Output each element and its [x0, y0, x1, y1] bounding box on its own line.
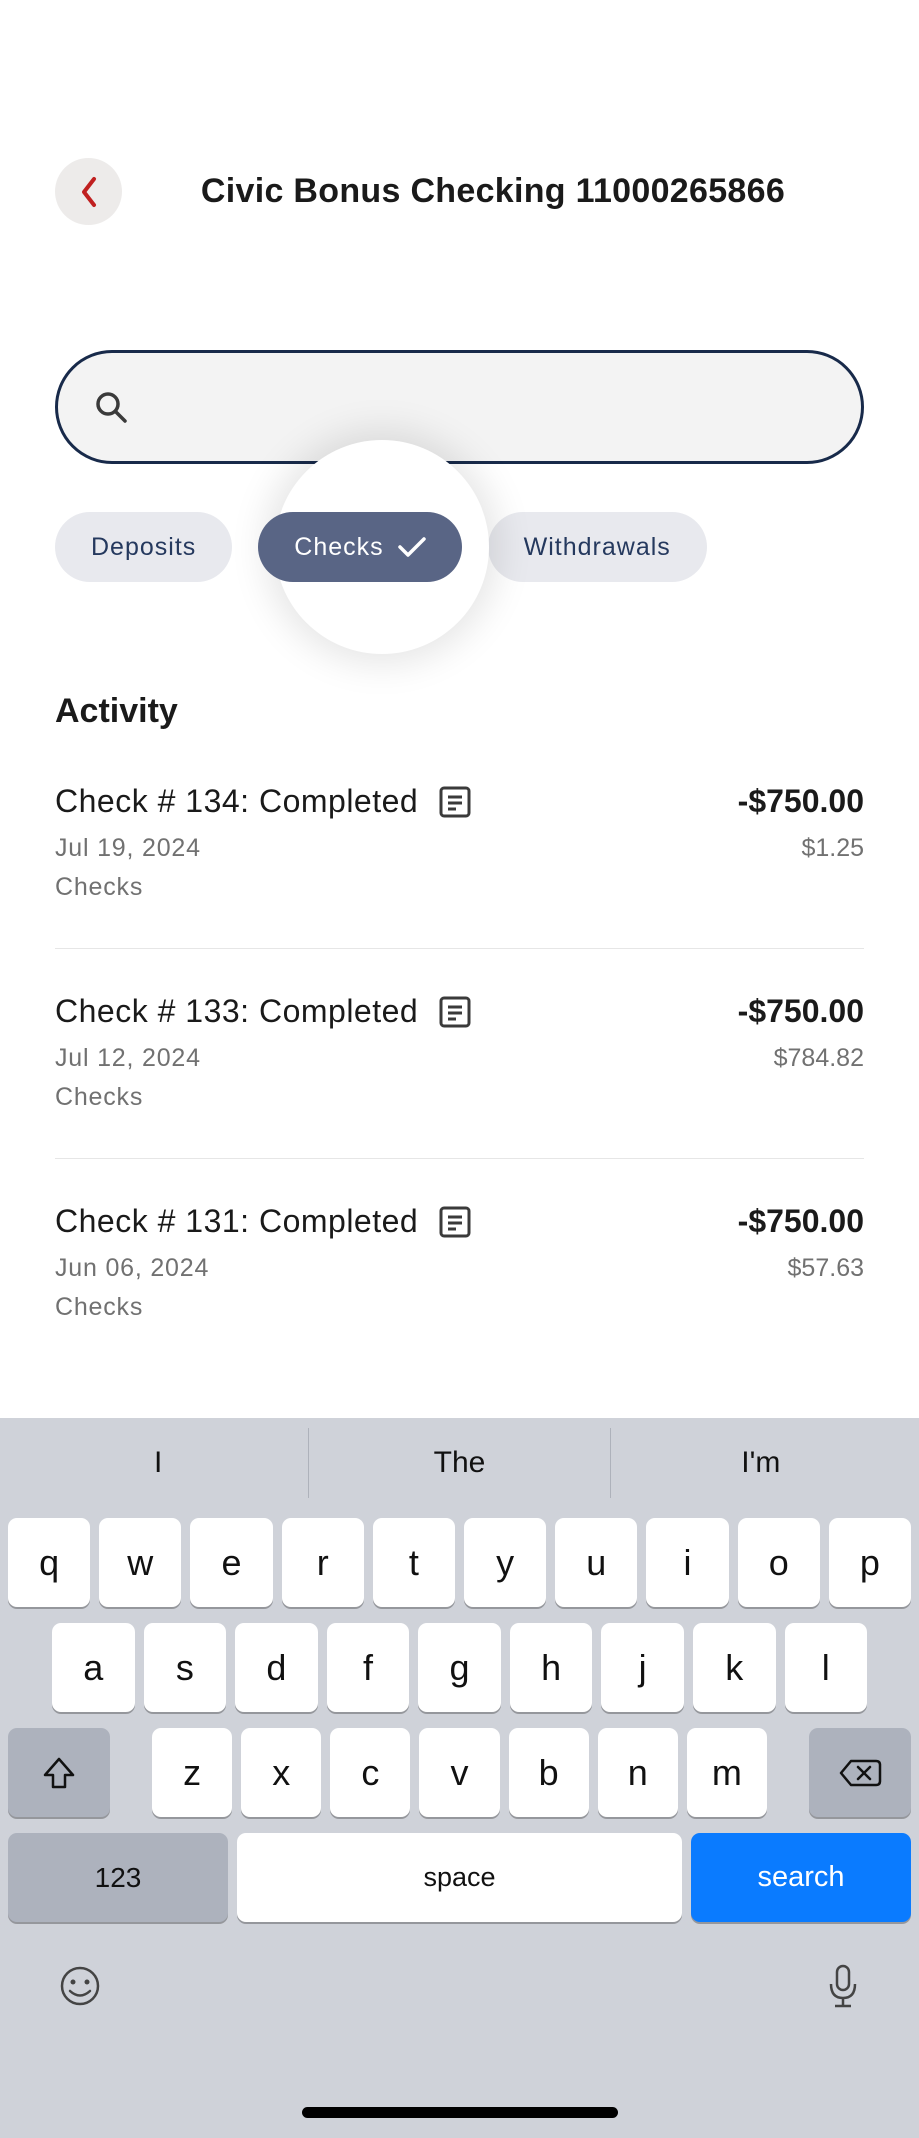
- microphone-icon: [825, 1962, 861, 2010]
- keyboard: I The I'm q w e r t y u i o p a s d f g …: [0, 1418, 919, 2138]
- transaction-title: Check # 134: Completed: [55, 783, 418, 820]
- keyboard-row-3: z x c v b n m: [8, 1728, 911, 1817]
- chip-label: Checks: [294, 533, 383, 562]
- search-input[interactable]: [55, 350, 864, 464]
- transaction-amount: -$750.00: [738, 993, 864, 1030]
- filter-chips: Deposits Checks Withdrawals: [55, 512, 864, 582]
- key-numbers[interactable]: 123: [8, 1833, 228, 1922]
- key-r[interactable]: r: [282, 1518, 364, 1607]
- key-f[interactable]: f: [327, 1623, 410, 1712]
- key-d[interactable]: d: [235, 1623, 318, 1712]
- key-l[interactable]: l: [785, 1623, 868, 1712]
- emoji-icon: [58, 1964, 102, 2008]
- key-i[interactable]: i: [646, 1518, 728, 1607]
- note-icon: [438, 995, 472, 1029]
- key-m[interactable]: m: [687, 1728, 767, 1817]
- transaction-subamount: $57.63: [788, 1254, 864, 1283]
- backspace-icon: [838, 1757, 882, 1789]
- transaction-date: Jun 06, 2024: [55, 1254, 209, 1283]
- transaction-category: Checks: [55, 1083, 864, 1112]
- key-space[interactable]: space: [237, 1833, 682, 1922]
- chip-deposits[interactable]: Deposits: [55, 512, 232, 582]
- suggestion[interactable]: I'm: [611, 1428, 911, 1498]
- chip-withdrawals[interactable]: Withdrawals: [488, 512, 707, 582]
- key-backspace[interactable]: [809, 1728, 911, 1817]
- keyboard-suggestions: I The I'm: [8, 1428, 911, 1498]
- transaction-row[interactable]: Check # 131: Completed -$750.00 Jun 06, …: [55, 1203, 864, 1368]
- note-icon: [438, 1205, 472, 1239]
- transaction-title: Check # 133: Completed: [55, 993, 418, 1030]
- keyboard-row-4: 123 space search: [8, 1833, 911, 1922]
- note-icon: [438, 785, 472, 819]
- back-button[interactable]: [55, 158, 122, 225]
- transaction-amount: -$750.00: [738, 1203, 864, 1240]
- home-indicator[interactable]: [302, 2107, 618, 2118]
- chevron-left-icon: [79, 176, 99, 208]
- transaction-subamount: $1.25: [801, 834, 864, 863]
- key-w[interactable]: w: [99, 1518, 181, 1607]
- key-s[interactable]: s: [144, 1623, 227, 1712]
- transaction-subamount: $784.82: [774, 1044, 864, 1073]
- header: Civic Bonus Checking 11000265866: [55, 158, 864, 225]
- key-p[interactable]: p: [829, 1518, 911, 1607]
- keyboard-row-2: a s d f g h j k l: [8, 1623, 911, 1712]
- suggestion[interactable]: The: [309, 1428, 610, 1498]
- suggestion[interactable]: I: [8, 1428, 309, 1498]
- transaction-amount: -$750.00: [738, 783, 864, 820]
- emoji-button[interactable]: [58, 1964, 102, 2013]
- key-u[interactable]: u: [555, 1518, 637, 1607]
- key-c[interactable]: c: [330, 1728, 410, 1817]
- transaction-title: Check # 131: Completed: [55, 1203, 418, 1240]
- key-v[interactable]: v: [419, 1728, 499, 1817]
- transaction-category: Checks: [55, 873, 864, 902]
- chip-checks[interactable]: Checks: [258, 512, 461, 582]
- key-j[interactable]: j: [601, 1623, 684, 1712]
- transaction-category: Checks: [55, 1293, 864, 1322]
- key-b[interactable]: b: [509, 1728, 589, 1817]
- transaction-date: Jul 12, 2024: [55, 1044, 201, 1073]
- keyboard-row-1: q w e r t y u i o p: [8, 1518, 911, 1607]
- shift-icon: [41, 1755, 77, 1791]
- key-e[interactable]: e: [190, 1518, 272, 1607]
- keyboard-toolbar: [8, 1940, 911, 2015]
- key-n[interactable]: n: [598, 1728, 678, 1817]
- section-title: Activity: [55, 692, 864, 731]
- key-x[interactable]: x: [241, 1728, 321, 1817]
- transaction-date: Jul 19, 2024: [55, 834, 201, 863]
- key-search[interactable]: search: [691, 1833, 911, 1922]
- transaction-row[interactable]: Check # 134: Completed -$750.00 Jul 19, …: [55, 783, 864, 949]
- transaction-row[interactable]: Check # 133: Completed -$750.00 Jul 12, …: [55, 993, 864, 1159]
- key-o[interactable]: o: [738, 1518, 820, 1607]
- dictation-button[interactable]: [825, 1962, 861, 2015]
- page-title: Civic Bonus Checking 11000265866: [122, 172, 864, 211]
- key-a[interactable]: a: [52, 1623, 135, 1712]
- key-shift[interactable]: [8, 1728, 110, 1817]
- key-h[interactable]: h: [510, 1623, 593, 1712]
- check-icon: [398, 536, 426, 558]
- key-q[interactable]: q: [8, 1518, 90, 1607]
- key-t[interactable]: t: [373, 1518, 455, 1607]
- chip-label: Withdrawals: [524, 533, 671, 562]
- key-z[interactable]: z: [152, 1728, 232, 1817]
- search-icon: [94, 390, 128, 424]
- key-g[interactable]: g: [418, 1623, 501, 1712]
- key-k[interactable]: k: [693, 1623, 776, 1712]
- key-y[interactable]: y: [464, 1518, 546, 1607]
- chip-label: Deposits: [91, 533, 196, 562]
